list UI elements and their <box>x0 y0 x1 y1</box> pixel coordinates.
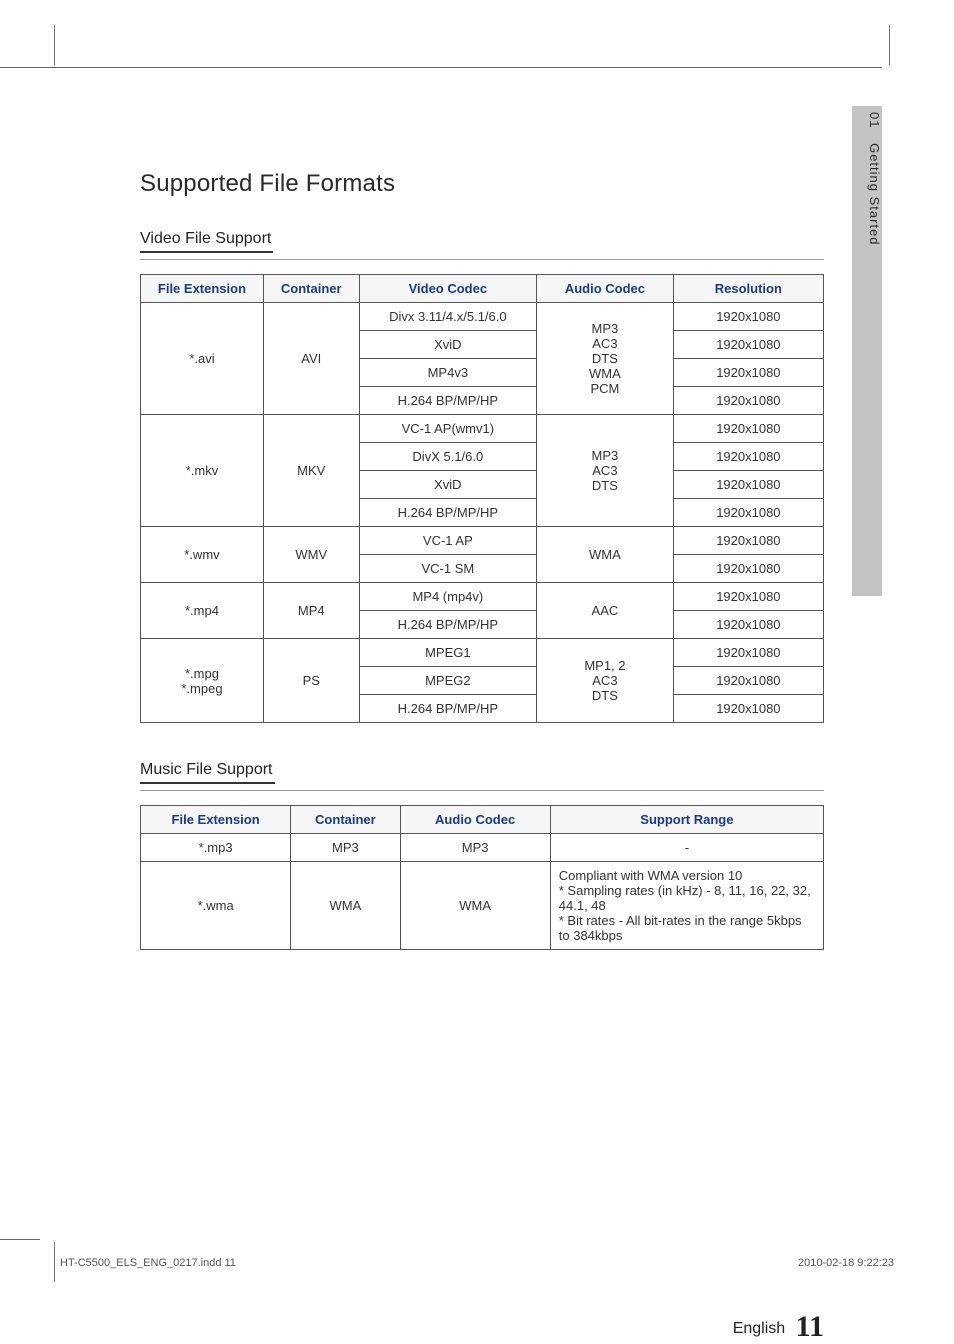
th-file-extension: File Extension <box>141 275 264 303</box>
cell-container: AVI <box>263 303 359 415</box>
cell-video-codec: XviD <box>359 471 537 499</box>
crop-mark <box>889 25 890 65</box>
footer-meta: HT-C5500_ELS_ENG_0217.indd 11 2010-02-18… <box>60 1257 894 1269</box>
cell-resolution: 1920x1080 <box>673 583 823 611</box>
th-file-extension: File Extension <box>141 806 291 834</box>
cell-resolution: 1920x1080 <box>673 303 823 331</box>
cell-resolution: 1920x1080 <box>673 415 823 443</box>
video-support-table: File Extension Container Video Codec Aud… <box>140 274 824 723</box>
footer-file: HT-C5500_ELS_ENG_0217.indd 11 <box>60 1257 236 1269</box>
cell-file-extension: *.mkv <box>141 415 264 527</box>
table-row: *.aviAVIDivx 3.11/4.x/5.1/6.0MP3AC3DTSWM… <box>141 303 824 331</box>
music-support-heading: Music File Support <box>140 761 275 784</box>
cell-file-extension: *.wmv <box>141 527 264 583</box>
cell-resolution: 1920x1080 <box>673 667 823 695</box>
cell-file-extension: *.mp4 <box>141 583 264 639</box>
table-row: *.mp4MP4MP4 (mp4v)AAC1920x1080 <box>141 583 824 611</box>
cell-container: MP4 <box>263 583 359 639</box>
cell-video-codec: H.264 BP/MP/HP <box>359 499 537 527</box>
table-row: *.mkvMKVVC-1 AP(wmv1)MP3AC3DTS1920x1080 <box>141 415 824 443</box>
cell-video-codec: VC-1 AP(wmv1) <box>359 415 537 443</box>
crop-mark <box>54 1242 55 1282</box>
cell-resolution: 1920x1080 <box>673 443 823 471</box>
cell-audio-codec: WMA <box>400 862 550 950</box>
cell-video-codec: VC-1 AP <box>359 527 537 555</box>
footer-timestamp: 2010-02-18 9:22:23 <box>798 1257 894 1269</box>
cell-container: WMA <box>291 862 400 950</box>
cell-video-codec: H.264 BP/MP/HP <box>359 611 537 639</box>
page-footer: English 11 <box>140 1310 824 1344</box>
cell-resolution: 1920x1080 <box>673 499 823 527</box>
cell-container: MP3 <box>291 834 400 862</box>
table-header-row: File Extension Container Video Codec Aud… <box>141 275 824 303</box>
th-audio-codec: Audio Codec <box>400 806 550 834</box>
cell-resolution: 1920x1080 <box>673 695 823 723</box>
cell-audio-codec: MP3AC3DTS <box>537 415 674 527</box>
chapter-title: Getting Started <box>867 143 882 245</box>
cell-video-codec: MPEG2 <box>359 667 537 695</box>
chapter-number: 01 <box>867 112 882 128</box>
content: Supported File Formats Video File Suppor… <box>140 170 824 1344</box>
th-container: Container <box>291 806 400 834</box>
cell-resolution: 1920x1080 <box>673 555 823 583</box>
page: 01 Getting Started Supported File Format… <box>0 0 954 1307</box>
side-tab-text: 01 Getting Started <box>852 112 882 246</box>
crop-mark <box>0 67 882 68</box>
th-video-codec: Video Codec <box>359 275 537 303</box>
cell-video-codec: H.264 BP/MP/HP <box>359 387 537 415</box>
cell-support-range: - <box>550 834 823 862</box>
th-resolution: Resolution <box>673 275 823 303</box>
crop-mark <box>0 1239 40 1240</box>
cell-file-extension: *.avi <box>141 303 264 415</box>
cell-file-extension: *.mp3 <box>141 834 291 862</box>
cell-audio-codec: WMA <box>537 527 674 583</box>
cell-video-codec: Divx 3.11/4.x/5.1/6.0 <box>359 303 537 331</box>
cell-resolution: 1920x1080 <box>673 471 823 499</box>
cell-video-codec: DivX 5.1/6.0 <box>359 443 537 471</box>
cell-file-extension: *.wma <box>141 862 291 950</box>
cell-container: MKV <box>263 415 359 527</box>
table-row: *.wmvWMVVC-1 APWMA1920x1080 <box>141 527 824 555</box>
rule <box>140 259 824 260</box>
cell-audio-codec: AAC <box>537 583 674 639</box>
table-row: *.mpg*.mpegPSMPEG1MP1, 2AC3DTS1920x1080 <box>141 639 824 667</box>
cell-video-codec: MP4v3 <box>359 359 537 387</box>
th-container: Container <box>263 275 359 303</box>
cell-support-range: Compliant with WMA version 10* Sampling … <box>550 862 823 950</box>
cell-video-codec: VC-1 SM <box>359 555 537 583</box>
cell-audio-codec: MP3AC3DTSWMAPCM <box>537 303 674 415</box>
table-row: *.mp3MP3MP3- <box>141 834 824 862</box>
cell-video-codec: H.264 BP/MP/HP <box>359 695 537 723</box>
rule <box>140 790 824 791</box>
cell-container: PS <box>263 639 359 723</box>
video-support-heading: Video File Support <box>140 230 273 253</box>
cell-resolution: 1920x1080 <box>673 611 823 639</box>
cell-resolution: 1920x1080 <box>673 331 823 359</box>
table-header-row: File Extension Container Audio Codec Sup… <box>141 806 824 834</box>
cell-audio-codec: MP3 <box>400 834 550 862</box>
cell-resolution: 1920x1080 <box>673 527 823 555</box>
table-row: *.wmaWMAWMACompliant with WMA version 10… <box>141 862 824 950</box>
cell-audio-codec: MP1, 2AC3DTS <box>537 639 674 723</box>
cell-video-codec: MP4 (mp4v) <box>359 583 537 611</box>
crop-mark <box>54 25 55 65</box>
cell-file-extension: *.mpg*.mpeg <box>141 639 264 723</box>
cell-container: WMV <box>263 527 359 583</box>
cell-resolution: 1920x1080 <box>673 639 823 667</box>
footer-language: English <box>733 1320 785 1337</box>
cell-video-codec: XviD <box>359 331 537 359</box>
footer-page-number: 11 <box>796 1310 824 1343</box>
th-support-range: Support Range <box>550 806 823 834</box>
cell-video-codec: MPEG1 <box>359 639 537 667</box>
cell-resolution: 1920x1080 <box>673 359 823 387</box>
music-support-table: File Extension Container Audio Codec Sup… <box>140 805 824 950</box>
cell-resolution: 1920x1080 <box>673 387 823 415</box>
side-tab: 01 Getting Started <box>852 106 882 596</box>
th-audio-codec: Audio Codec <box>537 275 674 303</box>
page-title: Supported File Formats <box>140 170 824 198</box>
